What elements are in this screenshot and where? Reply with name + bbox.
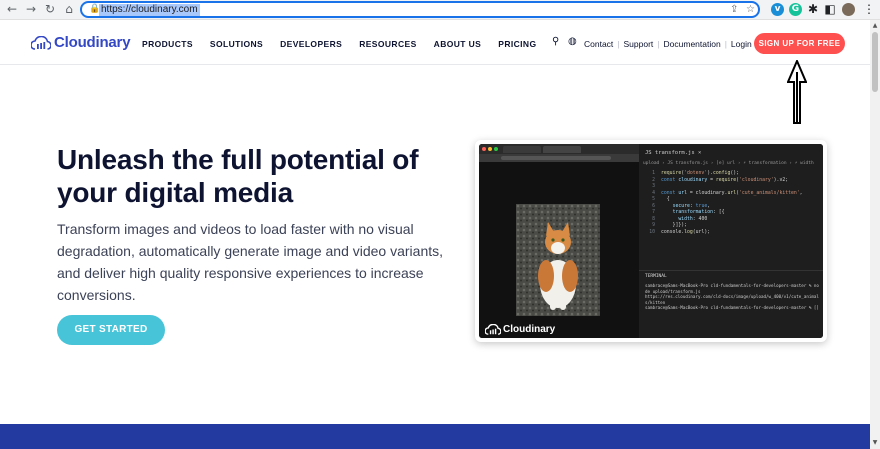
editor-tab: JS transform.js ×: [645, 150, 702, 156]
code-block: 1 require('dotenv').config(); 2 const clou…: [649, 171, 803, 235]
home-icon[interactable]: ⌂: [62, 2, 76, 16]
support-link[interactable]: Support: [624, 39, 654, 49]
signup-button[interactable]: SIGN UP FOR FREE: [754, 33, 845, 54]
hero-title: Unleash the full potential of your digit…: [57, 144, 419, 208]
vimeo-extension-icon[interactable]: v: [771, 3, 784, 16]
scroll-down-icon[interactable]: ▼: [871, 439, 879, 447]
star-icon[interactable]: ☆: [746, 4, 755, 15]
cloud-logo-icon: [485, 324, 501, 335]
sidebar-icon[interactable]: ◧: [823, 2, 837, 16]
up-arrow-annotation-icon: [787, 60, 807, 124]
puzzle-icon[interactable]: ✱: [806, 2, 820, 16]
scroll-up-icon[interactable]: ▲: [871, 22, 879, 30]
footer-band: [0, 424, 870, 449]
address-bar[interactable]: 🔒 https://cloudinary.com ⇪ ☆: [80, 1, 760, 18]
logo-text: Cloudinary: [54, 34, 131, 51]
link-separator: |: [724, 39, 727, 49]
hero-description: Transform images and videos to load fast…: [57, 221, 444, 303]
editor-breadcrumb: upload › JS transform.js › [e] url › ⚡ t…: [643, 161, 814, 166]
scroll-thumb[interactable]: [872, 32, 878, 92]
kitten-image: [516, 204, 600, 316]
search-icon[interactable]: ⚲: [552, 36, 559, 47]
link-separator: |: [657, 39, 660, 49]
browser-menu-icon[interactable]: ⋮: [862, 2, 876, 16]
nav-solutions[interactable]: SOLUTIONS: [210, 39, 263, 49]
demo-cloudinary-logo: Cloudinary: [485, 324, 555, 335]
demo-frame: Cloudinary JS transform.js × upload › JS…: [479, 144, 823, 338]
contact-link[interactable]: Contact: [584, 39, 613, 49]
reload-icon[interactable]: ↻: [43, 2, 57, 16]
main-nav: PRODUCTS SOLUTIONS DEVELOPERS RESOURCES …: [142, 39, 553, 49]
back-icon[interactable]: ←: [5, 2, 19, 16]
demo-address-bar: [479, 154, 639, 162]
terminal-panel-header: TERMINAL: [639, 270, 823, 280]
cloudinary-logo[interactable]: Cloudinary: [31, 34, 131, 51]
login-link[interactable]: Login: [731, 39, 752, 49]
browser-toolbar: ← → ↻ ⌂ 🔒 https://cloudinary.com ⇪ ☆ v G…: [0, 0, 880, 20]
demo-code-editor: JS transform.js × upload › JS transform.…: [639, 144, 823, 338]
utility-links: Contact | Support | Documentation | Logi…: [584, 39, 752, 49]
demo-browser-pane: Cloudinary: [479, 144, 639, 338]
documentation-link[interactable]: Documentation: [664, 39, 721, 49]
demo-video[interactable]: Cloudinary JS transform.js × upload › JS…: [475, 140, 827, 342]
demo-logo-text: Cloudinary: [503, 324, 556, 335]
share-icon[interactable]: ⇪: [730, 4, 738, 15]
terminal-tab: TERMINAL: [645, 274, 667, 279]
grammarly-extension-icon[interactable]: G: [789, 3, 802, 16]
globe-icon[interactable]: ◍: [568, 36, 577, 47]
page-scrollbar[interactable]: ▲ ▼: [870, 20, 880, 449]
cloud-logo-icon: [31, 35, 51, 50]
address-url[interactable]: https://cloudinary.com: [99, 4, 200, 16]
nav-products[interactable]: PRODUCTS: [142, 39, 193, 49]
forward-icon[interactable]: →: [24, 2, 38, 16]
demo-browser-tabs: [479, 144, 639, 154]
profile-avatar[interactable]: [842, 3, 855, 16]
nav-developers[interactable]: DEVELOPERS: [280, 39, 342, 49]
terminal-output: sambrace@Sams-MacBook-Pro cld-fundamenta…: [645, 283, 819, 310]
get-started-button[interactable]: GET STARTED: [57, 315, 165, 345]
nav-pricing[interactable]: PRICING: [498, 39, 536, 49]
nav-resources[interactable]: RESOURCES: [359, 39, 416, 49]
link-separator: |: [617, 39, 620, 49]
site-header: Cloudinary PRODUCTS SOLUTIONS DEVELOPERS…: [0, 20, 870, 65]
nav-about-us[interactable]: ABOUT US: [434, 39, 482, 49]
